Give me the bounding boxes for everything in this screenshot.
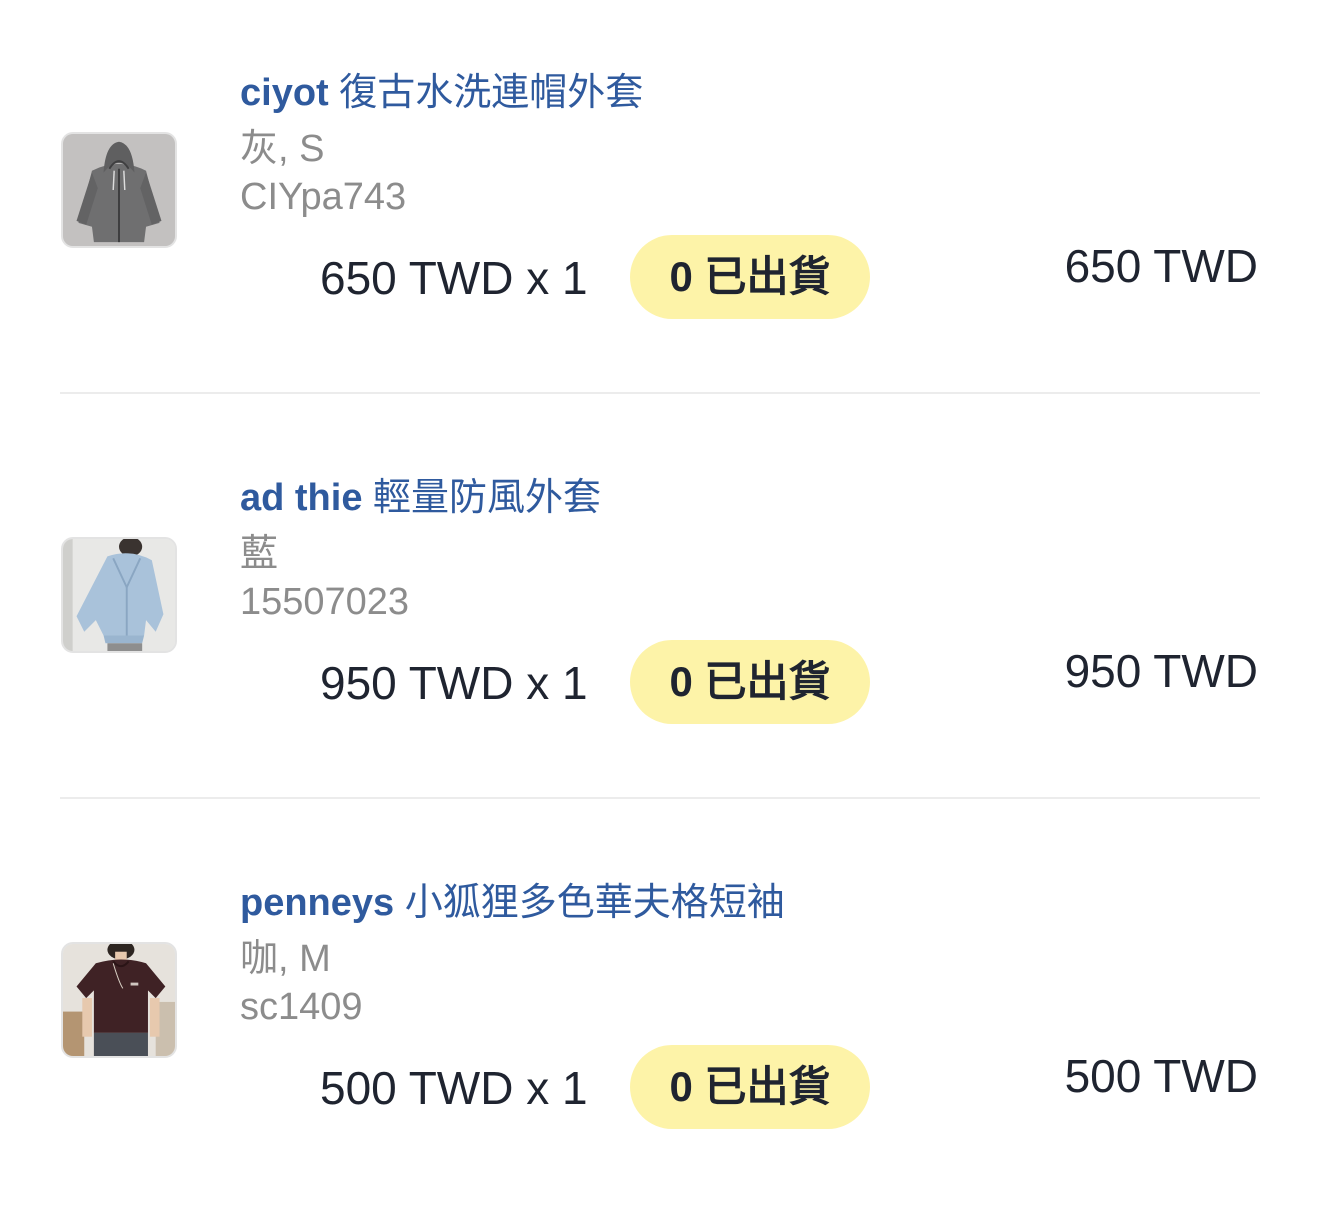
product-title[interactable]: penneys 小狐狸多色華夫格短袖: [240, 878, 785, 928]
line-subtotal: 950 TWD: [1064, 645, 1258, 697]
product-sku: sc1409: [240, 986, 363, 1028]
line-subtotal: 500 TWD: [1064, 1050, 1258, 1102]
product-title[interactable]: ad thie 輕量防風外套: [240, 473, 601, 523]
order-item: penneys 小狐狸多色華夫格短袖 咖, M sc1409 500 TWD x…: [0, 810, 1320, 1215]
shipping-status-badge: 0 已出貨: [630, 235, 870, 319]
product-name: 小狐狸多色華夫格短袖: [404, 882, 785, 924]
product-variant: 咖, M: [240, 938, 331, 980]
product-title[interactable]: ciyot 復古水洗連帽外套: [240, 68, 643, 118]
product-thumbnail[interactable]: [61, 537, 177, 653]
product-variant: 灰, S: [240, 128, 325, 170]
product-thumbnail[interactable]: [61, 942, 177, 1058]
light-blue-windbreaker-photo-icon: [63, 539, 175, 651]
product-sku: 15507023: [240, 581, 410, 623]
divider: [60, 797, 1260, 799]
line-subtotal: 650 TWD: [1064, 240, 1258, 292]
product-variant: 藍: [240, 533, 279, 575]
unit-price-quantity: 950 TWD x 1: [320, 657, 588, 709]
product-thumbnail[interactable]: [61, 132, 177, 248]
order-item-list: ciyot 復古水洗連帽外套 灰, S CIYpa743 650 TWD x 1…: [0, 0, 1320, 1199]
product-name: 輕量防風外套: [373, 477, 602, 519]
unit-price-quantity: 650 TWD x 1: [320, 252, 588, 304]
product-brand: ciyot: [240, 72, 329, 114]
shipping-status-badge: 0 已出貨: [630, 640, 870, 724]
brown-tshirt-photo-icon: [63, 944, 175, 1056]
product-brand: penneys: [240, 882, 395, 924]
unit-price-quantity: 500 TWD x 1: [320, 1062, 588, 1114]
order-item: ciyot 復古水洗連帽外套 灰, S CIYpa743 650 TWD x 1…: [0, 0, 1320, 405]
divider: [60, 392, 1260, 394]
gray-hoodie-jacket-photo-icon: [63, 134, 175, 246]
product-sku: CIYpa743: [240, 176, 407, 218]
order-item: ad thie 輕量防風外套 藍 15507023 950 TWD x 1 0 …: [0, 405, 1320, 810]
product-name: 復古水洗連帽外套: [339, 72, 644, 114]
product-brand: ad thie: [240, 477, 363, 519]
shipping-status-badge: 0 已出貨: [630, 1045, 870, 1129]
